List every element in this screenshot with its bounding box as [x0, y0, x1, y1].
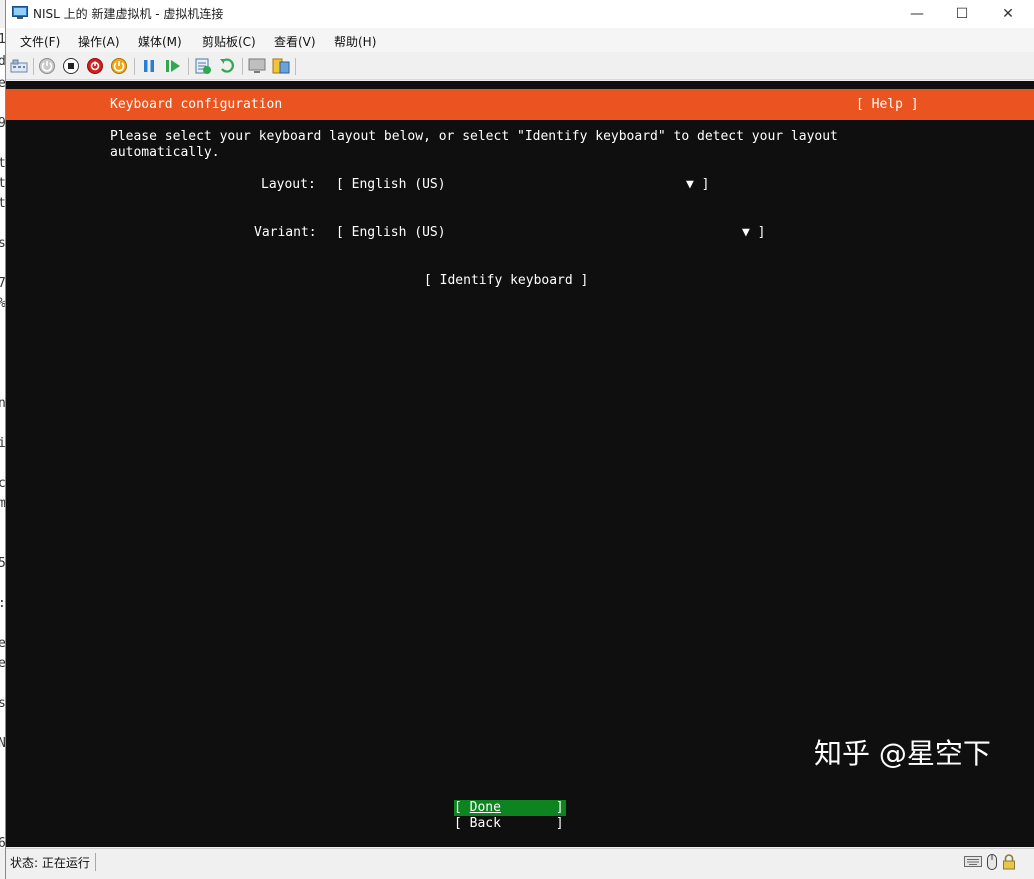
status-bar: 状态: 正在运行: [6, 848, 1034, 874]
menu-view[interactable]: 查看(V): [274, 33, 316, 50]
back-button[interactable]: [ Back ]: [454, 816, 566, 832]
menu-help[interactable]: 帮助(H): [334, 33, 376, 50]
status-text: 状态: 正在运行: [10, 856, 90, 870]
toolbar-separator: [188, 58, 189, 75]
share-icon[interactable]: [272, 57, 290, 75]
toolbar-separator: [295, 58, 296, 75]
done-bracket-close: ]: [500, 800, 564, 815]
layout-label: Layout:: [261, 177, 316, 192]
vm-connection-window: NISL 上的 新建虚拟机 - 虚拟机连接 — ☐ ✕ 文件(F) 操作(A) …: [5, 0, 1034, 879]
title-bar[interactable]: NISL 上的 新建虚拟机 - 虚拟机连接 — ☐ ✕: [6, 0, 1034, 28]
lock-icon: [1003, 854, 1015, 870]
pause-icon[interactable]: [140, 57, 158, 75]
ctrl-alt-del-icon[interactable]: [10, 57, 28, 75]
turn-off-icon[interactable]: [62, 57, 80, 75]
enhanced-session-icon[interactable]: [248, 57, 266, 75]
minimize-button[interactable]: —: [894, 0, 940, 28]
done-label: Done: [469, 800, 501, 815]
toolbar-separator: [134, 58, 135, 75]
checkpoint-icon[interactable]: [194, 57, 212, 75]
window-title: NISL 上的 新建虚拟机 - 虚拟机连接: [33, 7, 224, 21]
intro-text-line-1: Please select your keyboard layout below…: [110, 129, 838, 144]
save-icon[interactable]: [110, 57, 128, 75]
layout-dropdown[interactable]: [ English (US): [336, 177, 446, 192]
page-title: Keyboard configuration: [110, 97, 283, 112]
menu-bar: 文件(F) 操作(A) 媒体(M) 剪贴板(C) 查看(V) 帮助(H): [6, 28, 1034, 52]
done-bracket-open: [: [454, 800, 470, 815]
maximize-button[interactable]: ☐: [939, 0, 985, 28]
close-button[interactable]: ✕: [985, 0, 1031, 28]
menu-media[interactable]: 媒体(M): [138, 33, 182, 50]
mouse-icon: [987, 854, 997, 870]
toolbar-separator: [242, 58, 243, 75]
identify-keyboard-button[interactable]: [ Identify keyboard ]: [424, 273, 588, 288]
watermark: 知乎 @星空下: [814, 737, 991, 770]
variant-dropdown[interactable]: [ English (US): [336, 225, 446, 240]
installer-header: Keyboard configuration [ Help ]: [6, 89, 1034, 120]
shut-down-icon[interactable]: [86, 57, 104, 75]
menu-action[interactable]: 操作(A): [78, 33, 120, 50]
menu-clipboard[interactable]: 剪贴板(C): [202, 33, 256, 50]
keyboard-icon: [964, 856, 982, 867]
start-icon[interactable]: [38, 57, 56, 75]
resume-icon[interactable]: [164, 57, 182, 75]
variant-dropdown-arrow[interactable]: ▼ ]: [742, 225, 765, 240]
intro-text-line-2: automatically.: [110, 145, 220, 160]
toolbar-separator: [33, 58, 34, 75]
help-button[interactable]: [ Help ]: [856, 97, 919, 112]
revert-icon[interactable]: [218, 57, 236, 75]
vm-connection-icon: [12, 6, 28, 19]
toolbar: [6, 52, 1034, 80]
layout-dropdown-arrow[interactable]: ▼ ]: [686, 177, 709, 192]
done-button[interactable]: [ Done ]: [454, 800, 566, 816]
menu-file[interactable]: 文件(F): [20, 33, 60, 50]
variant-label: Variant:: [254, 225, 317, 240]
status-separator: [95, 853, 96, 871]
